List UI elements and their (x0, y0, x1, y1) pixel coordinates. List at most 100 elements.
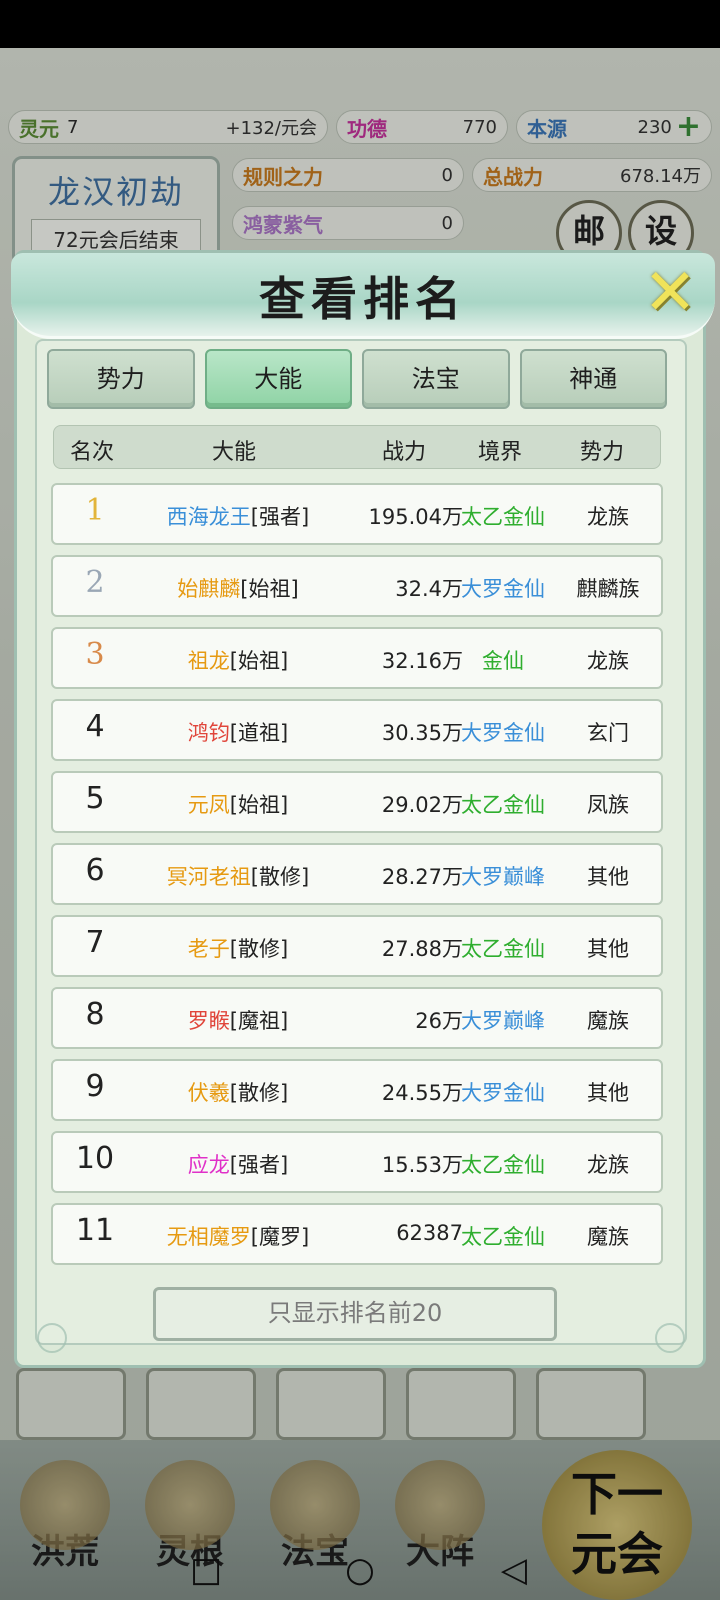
powerhouse-name: 老子 (187, 937, 230, 961)
col-realm: 境界 (478, 440, 523, 465)
powerhouse-name: 无相魔罗 (166, 1225, 251, 1249)
powerhouse-title: [散修] (229, 1081, 289, 1105)
ranking-tabs: 势力 大能 法宝 神通 (47, 349, 667, 411)
ranking-modal: 查看排名 ✕ 势力 大能 法宝 神通 名次 大能 战力 境界 势力 1 西海龙王… (11, 250, 715, 1368)
powerhouse-name: 罗睺 (187, 1009, 230, 1033)
power-cell: 27.88万 (381, 937, 463, 961)
power-cell: 29.02万 (381, 793, 463, 817)
close-icon[interactable]: ✕ (639, 261, 701, 327)
realm-cell: 太乙金仙 (461, 793, 545, 817)
corner-ornament (37, 1323, 67, 1353)
powerhouse-name: 应龙 (187, 1153, 230, 1177)
powerhouse-title: [道祖] (229, 721, 289, 745)
top20-filter-button[interactable]: 只显示排名前20 (153, 1287, 557, 1341)
faction-cell: 玄门 (587, 721, 629, 745)
realm-cell: 大罗金仙 (461, 577, 545, 601)
rank-cell: 3 (85, 637, 105, 672)
faction-cell: 凤族 (587, 793, 629, 817)
table-header: 名次 大能 战力 境界 势力 (53, 425, 661, 469)
table-row[interactable]: 11 无相魔罗[魔罗] 62387 太乙金仙 魔族 (51, 1203, 663, 1265)
name-cell: 西海龙王[强者] (133, 501, 343, 531)
name-cell: 元凤[始祖] (133, 789, 343, 819)
table-row[interactable]: 8 罗睺[魔祖] 26万 大罗巅峰 魔族 (51, 987, 663, 1049)
powerhouse-title: [强者] (229, 1153, 289, 1177)
tab-treasure[interactable]: 法宝 (362, 349, 510, 409)
powerhouse-title: [始祖] (229, 793, 289, 817)
name-cell: 祖龙[始祖] (133, 645, 343, 675)
table-row[interactable]: 1 西海龙王[强者] 195.04万 太乙金仙 龙族 (51, 483, 663, 545)
faction-cell: 龙族 (587, 505, 629, 529)
faction-cell: 其他 (587, 1081, 629, 1105)
table-row[interactable]: 10 应龙[强者] 15.53万 太乙金仙 龙族 (51, 1131, 663, 1193)
powerhouse-title: [魔罗] (250, 1225, 310, 1249)
table-row[interactable]: 5 元凤[始祖] 29.02万 太乙金仙 凤族 (51, 771, 663, 833)
col-power: 战力 (382, 440, 427, 465)
powerhouse-title: [强者] (250, 505, 310, 529)
powerhouse-title: [散修] (229, 937, 289, 961)
col-name: 大能 (212, 440, 257, 465)
powerhouse-name: 西海龙王 (166, 505, 251, 529)
tab-divine-power[interactable]: 神通 (519, 349, 667, 409)
power-cell: 195.04万 (368, 505, 463, 529)
power-cell: 15.53万 (381, 1153, 463, 1177)
modal-title: 查看排名 (259, 272, 467, 326)
tab-powerhouse[interactable]: 大能 (204, 349, 352, 409)
faction-cell: 其他 (587, 865, 629, 889)
realm-cell: 大罗巅峰 (461, 865, 545, 889)
rank-cell: 11 (75, 1213, 115, 1248)
table-row[interactable]: 6 冥河老祖[散修] 28.27万 大罗巅峰 其他 (51, 843, 663, 905)
powerhouse-name: 元凤 (187, 793, 230, 817)
powerhouse-name: 伏羲 (187, 1081, 230, 1105)
power-cell: 26万 (415, 1009, 463, 1033)
name-cell: 始麒麟[始祖] (133, 573, 343, 603)
name-cell: 冥河老祖[散修] (133, 861, 343, 891)
powerhouse-title: [始祖] (240, 577, 299, 601)
power-cell: 32.4万 (395, 577, 463, 601)
table-row[interactable]: 4 鸿钧[道祖] 30.35万 大罗金仙 玄门 (51, 699, 663, 761)
powerhouse-name: 鸿钧 (187, 721, 230, 745)
faction-cell: 麒麟族 (576, 577, 640, 601)
realm-cell: 太乙金仙 (461, 505, 545, 529)
realm-cell: 太乙金仙 (461, 1153, 545, 1177)
table-row[interactable]: 2 始麒麟[始祖] 32.4万 大罗金仙 麒麟族 (51, 555, 663, 617)
powerhouse-name: 始麒麟 (177, 577, 241, 601)
realm-cell: 大罗巅峰 (461, 1009, 545, 1033)
rank-cell: 5 (85, 781, 105, 816)
powerhouse-title: [魔祖] (229, 1009, 289, 1033)
realm-cell: 大罗金仙 (461, 721, 545, 745)
rank-cell: 1 (85, 493, 105, 528)
rank-cell: 6 (85, 853, 105, 888)
rank-cell: 7 (85, 925, 105, 960)
name-cell: 伏羲[散修] (133, 1077, 343, 1107)
powerhouse-title: [始祖] (229, 649, 289, 673)
ranking-list[interactable]: 1 西海龙王[强者] 195.04万 太乙金仙 龙族 2 始麒麟[始祖] 32.… (51, 483, 663, 1273)
power-cell: 28.27万 (381, 865, 463, 889)
name-cell: 无相魔罗[魔罗] (133, 1221, 343, 1251)
realm-cell: 大罗金仙 (461, 1081, 545, 1105)
name-cell: 罗睺[魔祖] (133, 1005, 343, 1035)
table-row[interactable]: 3 祖龙[始祖] 32.16万 金仙 龙族 (51, 627, 663, 689)
power-cell: 62387 (396, 1221, 463, 1245)
modal-header: 查看排名 ✕ (11, 253, 715, 339)
power-cell: 30.35万 (381, 721, 463, 745)
realm-cell: 太乙金仙 (461, 1225, 545, 1249)
faction-cell: 龙族 (587, 649, 629, 673)
name-cell: 应龙[强者] (133, 1149, 343, 1179)
power-cell: 32.16万 (381, 649, 463, 673)
rank-cell: 9 (85, 1069, 105, 1104)
table-row[interactable]: 7 老子[散修] 27.88万 太乙金仙 其他 (51, 915, 663, 977)
table-row[interactable]: 9 伏羲[散修] 24.55万 大罗金仙 其他 (51, 1059, 663, 1121)
rank-cell: 8 (85, 997, 105, 1032)
powerhouse-name: 冥河老祖 (166, 865, 251, 889)
faction-cell: 其他 (587, 937, 629, 961)
rank-cell: 4 (85, 709, 105, 744)
tab-faction[interactable]: 势力 (47, 349, 195, 409)
name-cell: 老子[散修] (133, 933, 343, 963)
rank-cell: 10 (75, 1141, 115, 1176)
power-cell: 24.55万 (381, 1081, 463, 1105)
status-bar (0, 0, 720, 48)
col-faction: 势力 (580, 440, 625, 465)
faction-cell: 龙族 (587, 1153, 629, 1177)
realm-cell: 太乙金仙 (461, 937, 545, 961)
faction-cell: 魔族 (587, 1009, 629, 1033)
